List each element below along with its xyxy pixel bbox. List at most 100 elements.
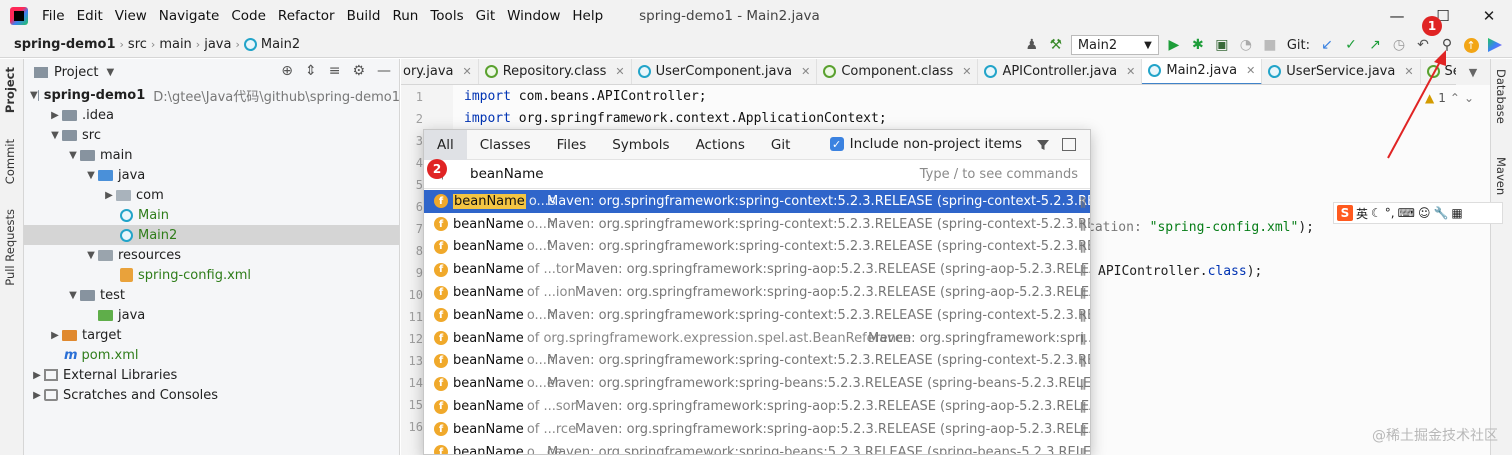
git-commit-icon[interactable]: ✓ [1342,36,1360,54]
search-tab-files[interactable]: Files [544,130,600,160]
menu-tools[interactable]: Tools [424,8,469,24]
profile-icon[interactable]: ◔ [1237,36,1255,54]
ime-user-icon[interactable]: ☺ [1418,206,1431,220]
hide-icon[interactable]: — [377,63,391,79]
run-configuration-select[interactable]: Main2 ▼ [1070,35,1159,55]
gear-icon[interactable]: ⚙ [352,63,365,79]
ime-punctuation-icon[interactable]: °, [1385,206,1395,220]
menu-view[interactable]: View [109,8,153,24]
tool-tab-maven[interactable]: Maven [1494,157,1508,195]
tab-overflow-icon[interactable]: ▼ [1456,59,1490,85]
search-input[interactable] [470,166,870,182]
tree-item-main-class[interactable]: Main [24,205,399,225]
tool-tab-project[interactable]: Project [3,67,17,113]
close-icon[interactable]: ✕ [615,65,624,78]
tree-item-test-java[interactable]: java [24,305,399,325]
tree-item-main2-class[interactable]: Main2 [24,225,399,245]
menu-run[interactable]: Run [386,8,424,24]
search-tab-git[interactable]: Git [758,130,804,160]
tree-item-src[interactable]: ▼ src [24,125,399,145]
menu-window[interactable]: Window [501,8,566,24]
menu-git[interactable]: Git [470,8,502,24]
tree-item-spring-demo1[interactable]: ▼ spring-demo1 D:\gtee\Java代码\github\spr… [24,85,399,105]
search-result-item[interactable]: f beanName o...er Maven: org.springframewor… [424,372,1090,395]
breadcrumb-project[interactable]: spring-demo1 [0,37,120,52]
tree-item-external-libraries[interactable]: ▶ External Libraries [24,365,399,385]
search-result-item[interactable]: f beanName of ...ion Maven: org.springframe… [424,281,1090,304]
collapse-all-icon[interactable]: ≡ [329,63,341,79]
breadcrumb-java[interactable]: java [200,37,235,52]
minimize-icon[interactable]: — [1374,0,1420,32]
menu-build[interactable]: Build [341,8,387,24]
expand-arrow-icon[interactable]: ▼ [66,290,80,301]
menu-navigate[interactable]: Navigate [153,8,226,24]
search-result-item[interactable]: f beanName of ...rce Maven: org.springframe… [424,418,1090,441]
tree-item-test[interactable]: ▼ test [24,285,399,305]
expand-arrow-icon[interactable]: ▶ [48,330,62,341]
search-result-selected[interactable]: f beanName o...s Maven: org.springframework… [424,190,1090,213]
checkbox-checked-icon[interactable]: ✓ [829,137,844,151]
tool-tab-pull-requests[interactable]: Pull Requests [3,209,17,286]
chevron-down-icon[interactable]: ▼ [106,67,114,78]
tree-item-pom[interactable]: m pom.xml [24,345,399,365]
expand-arrow-icon[interactable]: ▶ [102,190,116,201]
close-icon[interactable]: ✕ [1246,64,1255,77]
stop-icon[interactable]: ■ [1261,36,1279,54]
menu-edit[interactable]: Edit [71,8,109,24]
tree-item-target[interactable]: ▶ target [24,325,399,345]
search-tab-all[interactable]: All [424,130,467,160]
expand-arrow-icon[interactable]: ▶ [30,390,44,401]
search-tab-classes[interactable]: Classes [467,130,544,160]
search-result-item[interactable]: f beanName of ...sor Maven: org.springframe… [424,395,1090,418]
build-hammer-icon[interactable]: ⚒ [1047,36,1065,54]
tree-item-java[interactable]: ▼ java [24,165,399,185]
search-result-item[interactable]: f beanName of ...tor Maven: org.springframe… [424,258,1090,281]
expand-arrow-icon[interactable]: ▼ [48,130,62,141]
filter-icon[interactable] [1036,138,1050,152]
search-result-item[interactable]: f beanName o...n Maven: org.springframework… [424,350,1090,373]
tab-repository-class[interactable]: Repository.class ✕ [479,59,632,84]
search-result-item[interactable]: f beanName of org.springframework.expressi… [424,327,1090,350]
breadcrumb-src[interactable]: src [124,37,151,52]
expand-arrow-icon[interactable]: ▼ [84,250,98,261]
menu-help[interactable]: Help [566,8,609,24]
debug-icon[interactable]: ✱ [1189,36,1207,54]
sogou-logo-icon[interactable]: S [1337,205,1353,221]
ime-chinese-mode-icon[interactable]: 英 [1356,205,1368,222]
preview-panel-icon[interactable] [1062,138,1076,151]
tab-factory-java[interactable]: ory.java ✕ [401,59,479,84]
expand-arrow-icon[interactable]: ▶ [30,370,44,381]
ime-keyboard-icon[interactable]: ⌨ [1398,206,1415,220]
tab-main2-java[interactable]: Main2.java ✕ [1142,59,1263,84]
tree-item-resources[interactable]: ▼ resources [24,245,399,265]
expand-arrow-icon[interactable]: ▼ [84,170,98,181]
include-non-project-checkbox[interactable]: ✓ Include non-project items [829,136,1022,152]
tool-tab-commit[interactable]: Commit [3,139,17,184]
chevron-down-icon[interactable]: ⌄ [1464,91,1474,105]
update-available-icon[interactable]: ↑ [1462,36,1480,54]
tree-item-idea[interactable]: ▶ .idea [24,105,399,125]
jetbrains-toolbox-icon[interactable] [1486,36,1504,54]
expand-all-icon[interactable]: ⇕ [305,63,317,79]
search-tab-symbols[interactable]: Symbols [599,130,682,160]
close-icon[interactable]: ✕ [1466,0,1512,32]
ime-tools-icon[interactable]: 🔧 [1433,206,1448,220]
tab-apicontroller-java[interactable]: APIController.java ✕ [978,59,1143,84]
project-panel-title[interactable]: Project [54,65,98,80]
expand-arrow-icon[interactable]: ▼ [66,150,80,161]
user-icon[interactable]: ♟ [1023,36,1041,54]
close-icon[interactable]: ✕ [1126,65,1135,78]
menu-code[interactable]: Code [225,8,272,24]
run-icon[interactable]: ▶ [1165,36,1183,54]
tab-usercomponent-java[interactable]: UserComponent.java ✕ [632,59,818,84]
search-result-item[interactable]: f beanName o...n Maven: org.springframework… [424,304,1090,327]
tree-item-main[interactable]: ▼ main [24,145,399,165]
expand-arrow-icon[interactable]: ▶ [48,110,62,121]
close-icon[interactable]: ✕ [962,65,971,78]
close-icon[interactable]: ✕ [463,65,472,78]
tree-item-scratches[interactable]: ▶ Scratches and Consoles [24,385,399,405]
search-result-item[interactable]: f beanName o...ce Maven: org.springframewor… [424,441,1090,454]
tree-item-spring-config[interactable]: spring-config.xml [24,265,399,285]
search-result-item[interactable]: f beanName o...t Maven: org.springframework… [424,236,1090,259]
search-result-item[interactable]: f beanName o...n Maven: org.springframework… [424,213,1090,236]
